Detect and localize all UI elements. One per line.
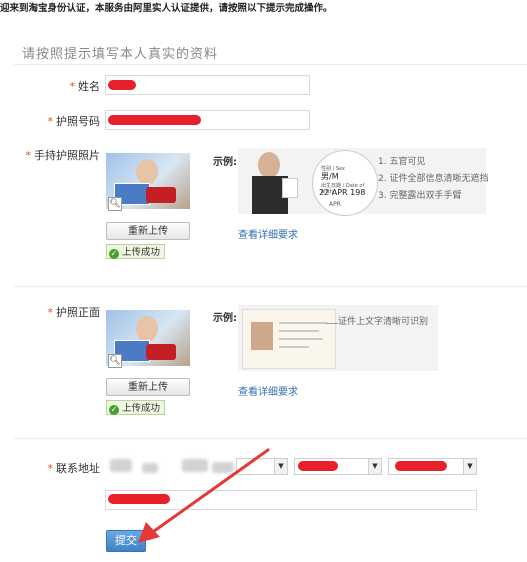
- annotation-arrow: [138, 448, 270, 543]
